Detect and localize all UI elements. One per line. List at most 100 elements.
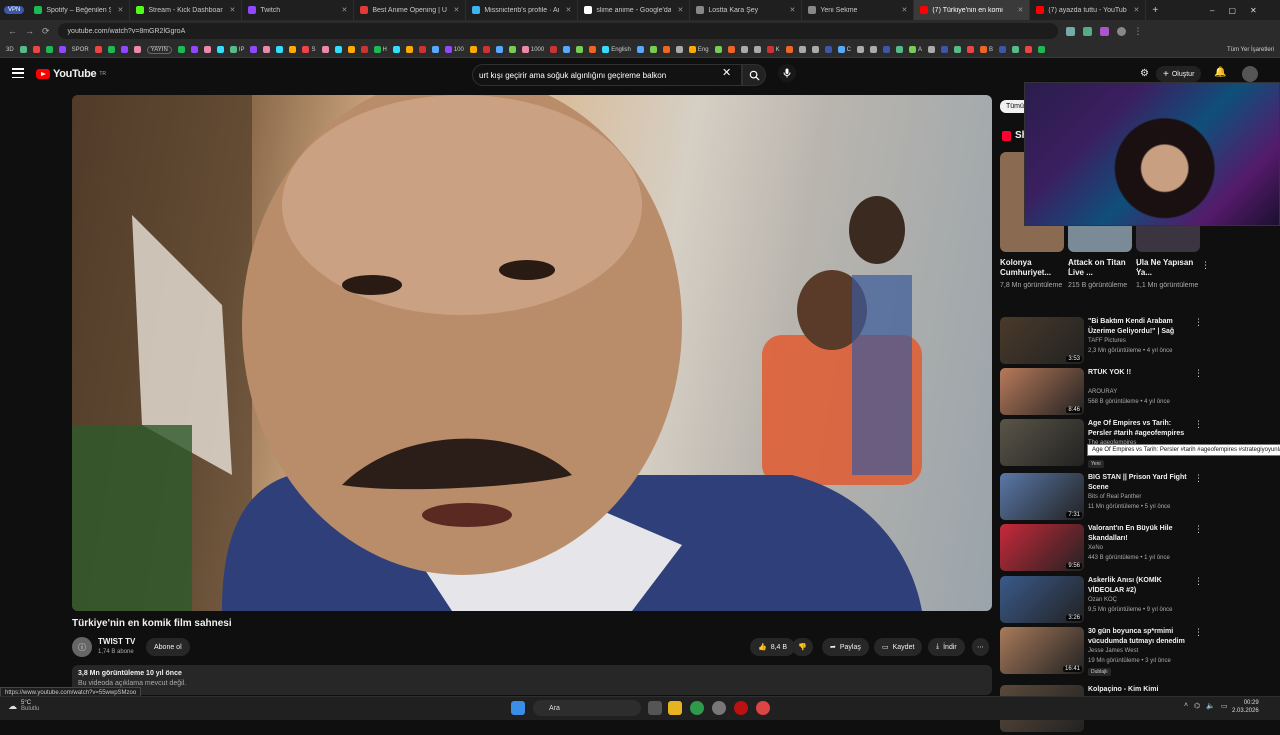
recommendation-title[interactable]: Valorant'ın En Büyük Hile Skandalları! [1088,524,1188,543]
bookmark-icon[interactable] [334,46,342,53]
close-tab-icon[interactable]: ✕ [671,6,683,14]
recommendation-title[interactable]: BIG STAN || Prison Yard Fight Scene [1088,473,1188,492]
bookmark-icon[interactable] [203,46,211,53]
network-icon[interactable]: ⌬ [1194,702,1200,710]
bookmark-icon[interactable] [94,46,102,53]
channel-avatar[interactable]: ⓘ [72,637,92,657]
bookmark-item[interactable]: YAYIN [146,45,172,54]
bookmark-item[interactable]: A [908,46,922,53]
close-tab-icon[interactable]: ✕ [223,6,235,14]
bookmark-icon[interactable] [1011,46,1019,53]
task-view-icon[interactable] [648,701,662,715]
video-player[interactable] [72,95,992,611]
menu-icon[interactable]: ⋮ [1134,26,1143,37]
bookmark-icon[interactable] [953,46,961,53]
bookmark-icon[interactable] [940,46,948,53]
browser-tab[interactable]: Yeni Sekme ✕ [802,0,915,20]
recommendation-channel[interactable]: Jesse James West [1088,648,1138,654]
bookmark-icon[interactable] [550,46,558,53]
browser-tab[interactable]: (7) Türkiye'nin en komi ✕ [914,0,1031,20]
video-thumbnail[interactable]: 3:26 [1000,576,1084,623]
more-actions-button[interactable]: ⋯ [972,638,989,656]
bookmark-icon[interactable] [798,46,806,53]
bookmark-icon[interactable] [392,46,400,53]
bookmark-icon[interactable] [727,46,735,53]
video-thumbnail[interactable]: 9:56 [1000,524,1084,571]
url-bar[interactable]: youtube.com/watch?v=8mGR2lGgroA [57,23,1058,39]
description-box[interactable]: 3,8 Mn görüntüleme 10 yıl önce Bu videod… [72,665,992,695]
opera-icon[interactable] [734,701,748,715]
bookmark-icon[interactable] [740,46,748,53]
bookmark-icon[interactable] [576,46,584,53]
short-title[interactable]: Kolonya Cumhuriyet... [1000,258,1064,278]
close-window-button[interactable]: ✕ [1250,6,1257,15]
chrome-icon[interactable] [690,701,704,715]
browser-tab[interactable]: Best Anime Opening | Uwu✕ [354,0,467,20]
recommendation-channel[interactable]: XeNo [1088,545,1103,551]
video-thumbnail[interactable]: 3:53 [1000,317,1084,364]
profile-icon[interactable] [1116,26,1126,36]
cast-icon[interactable]: ⚙ [1140,68,1149,79]
close-tab-icon[interactable]: ✕ [895,6,907,14]
app-icon[interactable] [756,701,770,715]
maximize-button[interactable]: ▢ [1228,6,1236,15]
search-button[interactable] [742,64,766,86]
hamburger-menu-icon[interactable] [12,68,24,78]
bookmark-icon[interactable] [321,46,329,53]
windows-start-icon[interactable] [511,701,525,715]
bookmark-item[interactable]: IP [229,46,244,53]
dislike-button[interactable]: 👎 [792,638,813,656]
file-explorer-icon[interactable] [668,701,682,715]
bookmark-icon[interactable] [431,46,439,53]
browser-tab[interactable]: Twitch ✕ [242,0,355,20]
bookmark-item[interactable]: Eng [688,46,709,53]
search-input[interactable]: urt kışı geçirir ama soğuk algınlığını g… [472,64,742,86]
subscribe-button[interactable]: Abone ol [146,638,190,656]
bookmark-icon[interactable] [966,46,974,53]
voice-search-button[interactable] [778,64,796,82]
bookmark-icon[interactable] [927,46,935,53]
bookmark-icon[interactable] [32,46,40,53]
video-thumbnail[interactable]: 8:46 [1000,368,1084,415]
recommendation-item[interactable]: 3:53 "Bi Baktım Kendi Arabam Üzerime Geli… [1000,317,1276,367]
more-vertical-icon[interactable]: ⋮ [1201,260,1210,271]
bookmark-icon[interactable] [675,46,683,53]
recommendation-channel[interactable]: Bits of Real Panther [1088,494,1141,500]
browser-tab[interactable]: (7) ayazda tuttu - YouTube ✕ [1030,0,1147,20]
bookmark-icon[interactable] [482,46,490,53]
settings-icon[interactable] [712,701,726,715]
channel-name[interactable]: TWIST TV [98,637,135,646]
browser-tab[interactable]: Spotify – Beğenilen Şarkılar✕ [28,0,131,20]
recommendation-title[interactable]: RTÜK YOK !! [1088,368,1188,378]
extension-icon[interactable] [1099,26,1109,36]
browser-tab[interactable]: Lostta Kara Şey ✕ [690,0,803,20]
bookmark-icon[interactable] [177,46,185,53]
close-tab-icon[interactable]: ✕ [783,6,795,14]
bookmark-icon[interactable] [1037,46,1045,53]
recommendation-channel[interactable]: AROURAY [1088,389,1117,395]
bookmark-icon[interactable] [882,46,890,53]
bookmark-icon[interactable] [495,46,503,53]
bookmark-icon[interactable] [589,46,597,53]
close-tab-icon[interactable]: ✕ [111,6,123,14]
short-title[interactable]: Ula Ne Yapısan Ya... [1136,258,1200,278]
close-tab-icon[interactable]: ✕ [447,6,459,14]
account-avatar[interactable] [1242,66,1258,82]
minimize-button[interactable]: – [1210,6,1214,15]
bookmark-item[interactable]: 3D [6,47,14,53]
taskbar-search[interactable]: Ara [533,700,641,716]
more-vertical-icon[interactable]: ⋮ [1194,419,1203,430]
all-bookmarks-folder[interactable]: Tüm Yer İşaretleri [1227,47,1280,53]
bookmark-icon[interactable] [895,46,903,53]
weather-widget[interactable]: ☁ 5°C Bulutlu [8,700,39,712]
close-tab-icon[interactable]: ✕ [335,6,347,14]
recommendation-title[interactable]: Age Of Empires vs Tarih: Persler #tarih … [1088,419,1188,439]
bookmark-icon[interactable] [1024,46,1032,53]
reload-icon[interactable]: ⟳ [42,26,50,37]
bookmark-item[interactable]: B [979,46,993,53]
chevron-up-icon[interactable]: ˄ [1184,702,1188,710]
close-tab-icon[interactable]: ✕ [1011,6,1023,14]
bookmark-icon[interactable] [190,46,198,53]
bookmark-item[interactable]: 1000 [521,46,544,53]
bookmark-icon[interactable] [753,46,761,53]
